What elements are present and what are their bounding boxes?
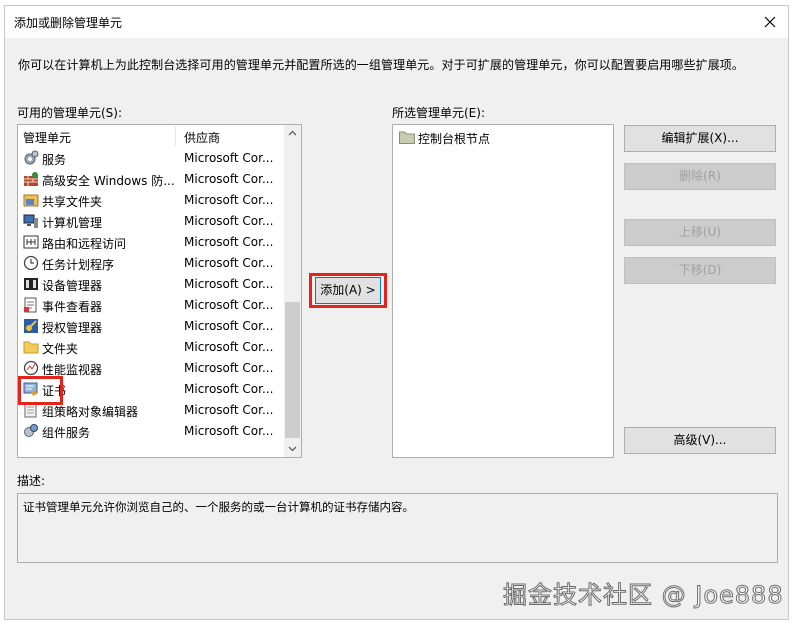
list-item[interactable]: 计算机管理 Microsoft Cor... bbox=[18, 211, 285, 232]
console-root-folder-icon bbox=[399, 130, 415, 144]
list-item-vendor: Microsoft Cor... bbox=[184, 235, 274, 249]
list-item-name: 任务计划程序 bbox=[42, 258, 115, 272]
folder-icon bbox=[23, 339, 39, 355]
move-down-button[interactable]: 下移(D) bbox=[624, 257, 776, 284]
edit-extensions-button[interactable]: 编辑扩展(X)... bbox=[624, 125, 776, 152]
firewall-icon bbox=[23, 171, 39, 187]
list-item[interactable]: 服务 Microsoft Cor... bbox=[18, 148, 285, 169]
list-item-vendor: Microsoft Cor... bbox=[184, 151, 274, 165]
list-item-name: 组件服务 bbox=[42, 426, 91, 440]
remove-button[interactable]: 删除(R) bbox=[624, 163, 776, 190]
authorization-icon bbox=[23, 318, 39, 334]
list-item-vendor: Microsoft Cor... bbox=[184, 172, 274, 186]
list-item[interactable]: 设备管理器 Microsoft Cor... bbox=[18, 274, 285, 295]
title-bar: 添加或删除管理单元 bbox=[5, 6, 788, 38]
list-item-name: 文件夹 bbox=[42, 342, 79, 356]
list-item-name: 共享文件夹 bbox=[42, 195, 103, 209]
list-item-name: 组策略对象编辑器 bbox=[42, 405, 139, 419]
list-item-name: 路由和远程访问 bbox=[42, 237, 127, 251]
list-item-vendor: Microsoft Cor... bbox=[184, 298, 274, 312]
shared-folder-icon bbox=[23, 192, 39, 208]
certificate-highlight-box bbox=[18, 376, 63, 405]
device-manager-icon bbox=[23, 276, 39, 292]
instructions-text: 你可以在计算机上为此控制台选择可用的管理单元并配置所选的一组管理单元。对于可扩展… bbox=[18, 58, 745, 72]
column-header-vendor[interactable]: 供应商 bbox=[184, 129, 220, 146]
list-item-vendor: Microsoft Cor... bbox=[184, 403, 274, 417]
list-item[interactable]: 文件夹 Microsoft Cor... bbox=[18, 337, 285, 358]
add-remove-snapin-dialog: 添加或删除管理单元 你可以在计算机上为此控制台选择可用的管理单元并配置所选的一组… bbox=[4, 5, 789, 620]
watermark-text: 掘金技术社区 @ Joe888 bbox=[503, 581, 784, 610]
list-item-name: 服务 bbox=[42, 153, 67, 167]
description-text: 证书管理单元允许你浏览自己的、一个服务的或一台计算机的证书存储内容。 bbox=[23, 500, 414, 514]
list-item-name: 计算机管理 bbox=[42, 216, 103, 230]
list-item-vendor: Microsoft Cor... bbox=[184, 193, 274, 207]
list-item-name: 高级安全 Windows 防... bbox=[42, 174, 174, 188]
list-item-vendor: Microsoft Cor... bbox=[184, 319, 274, 333]
event-viewer-icon bbox=[23, 297, 39, 313]
computer-management-icon bbox=[23, 213, 39, 229]
list-item-vendor: Microsoft Cor... bbox=[184, 361, 274, 375]
list-item[interactable]: 任务计划程序 Microsoft Cor... bbox=[18, 253, 285, 274]
scroll-down-icon[interactable] bbox=[284, 440, 301, 457]
vertical-scrollbar[interactable] bbox=[284, 125, 301, 457]
selected-snapins-label: 所选管理单元(E): bbox=[392, 106, 485, 120]
move-up-button[interactable]: 上移(U) bbox=[624, 219, 776, 246]
list-item[interactable]: 路由和远程访问 Microsoft Cor... bbox=[18, 232, 285, 253]
available-snapins-label: 可用的管理单元(S): bbox=[17, 106, 123, 120]
component-services-icon bbox=[23, 423, 39, 439]
list-item-vendor: Microsoft Cor... bbox=[184, 382, 274, 396]
list-item-name: 事件查看器 bbox=[42, 300, 103, 314]
dialog-title: 添加或删除管理单元 bbox=[14, 16, 123, 30]
scrollbar-thumb[interactable] bbox=[285, 302, 300, 438]
services-gear-icon bbox=[23, 150, 39, 166]
description-label: 描述: bbox=[17, 474, 46, 488]
list-item-vendor: Microsoft Cor... bbox=[184, 277, 274, 291]
add-button-highlight-box bbox=[309, 273, 387, 308]
tree-node-label: 控制台根节点 bbox=[418, 132, 491, 146]
column-separator[interactable] bbox=[175, 126, 176, 146]
clock-icon bbox=[23, 255, 39, 271]
list-item-name: 设备管理器 bbox=[42, 279, 103, 293]
list-item-vendor: Microsoft Cor... bbox=[184, 256, 274, 270]
list-item-vendor: Microsoft Cor... bbox=[184, 424, 274, 438]
list-item[interactable]: 授权管理器 Microsoft Cor... bbox=[18, 316, 285, 337]
list-item[interactable]: 共享文件夹 Microsoft Cor... bbox=[18, 190, 285, 211]
performance-icon bbox=[23, 360, 39, 376]
list-item[interactable]: 高级安全 Windows 防... Microsoft Cor... bbox=[18, 169, 285, 190]
advanced-button[interactable]: 高级(V)... bbox=[624, 427, 776, 454]
available-snapins-list[interactable]: 管理单元 供应商 服务 Microsoft Cor... 高级安全 Window… bbox=[17, 124, 302, 458]
selected-snapins-tree[interactable]: 控制台根节点 bbox=[392, 124, 614, 458]
list-item-vendor: Microsoft Cor... bbox=[184, 340, 274, 354]
close-icon[interactable] bbox=[758, 10, 782, 34]
description-box: 证书管理单元允许你浏览自己的、一个服务的或一台计算机的证书存储内容。 bbox=[17, 493, 778, 563]
column-header-name[interactable]: 管理单元 bbox=[23, 129, 71, 146]
list-item[interactable]: 组件服务 Microsoft Cor... bbox=[18, 421, 285, 442]
list-header: 管理单元 供应商 bbox=[18, 125, 285, 147]
list-item[interactable]: 事件查看器 Microsoft Cor... bbox=[18, 295, 285, 316]
routing-icon bbox=[23, 234, 39, 250]
list-item-vendor: Microsoft Cor... bbox=[184, 214, 274, 228]
scroll-up-icon[interactable] bbox=[284, 125, 301, 142]
list-item-name: 授权管理器 bbox=[42, 321, 103, 335]
